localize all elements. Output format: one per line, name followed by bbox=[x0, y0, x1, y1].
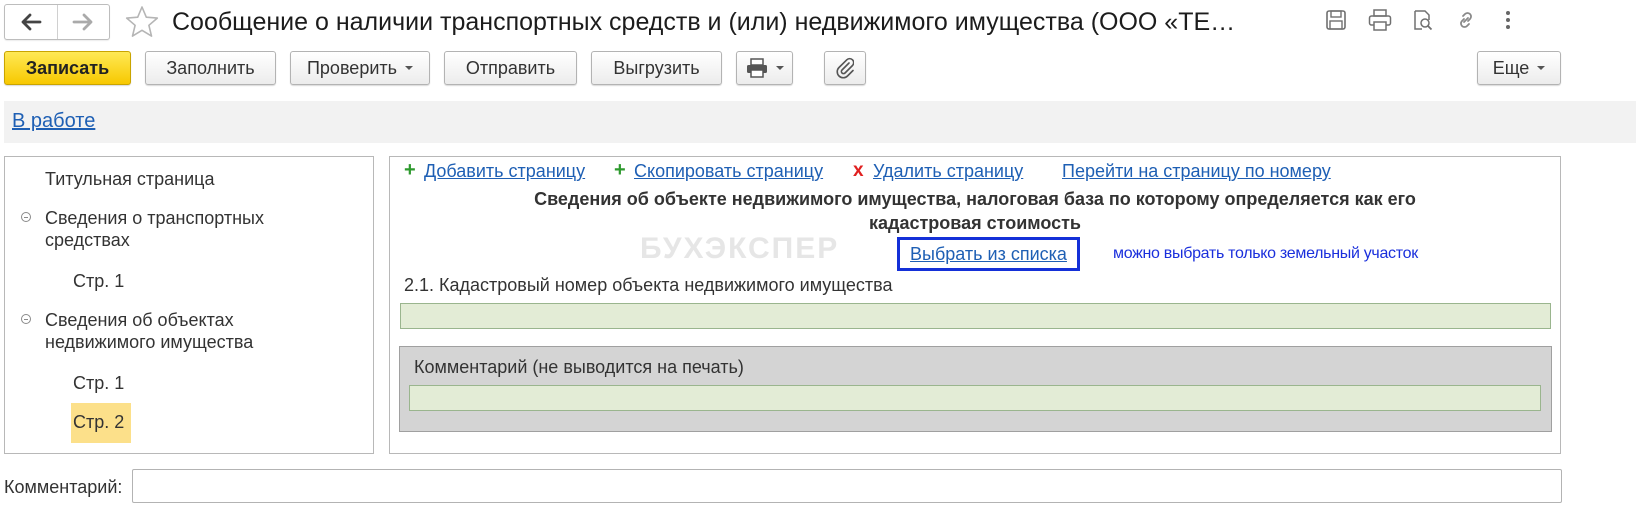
tree-item-vehicles-line1: Сведения о транспортных bbox=[45, 208, 264, 228]
comment-input[interactable] bbox=[132, 469, 1562, 503]
internal-comment-label: Комментарий (не выводится на печать) bbox=[414, 357, 744, 377]
status-bar bbox=[4, 101, 1636, 143]
chevron-down-icon bbox=[1537, 66, 1546, 70]
send-button[interactable]: Отправить bbox=[444, 51, 577, 85]
chevron-down-icon bbox=[775, 66, 784, 70]
internal-comment-field[interactable] bbox=[409, 385, 1541, 411]
fill-button[interactable]: Заполнить bbox=[145, 51, 276, 85]
export-button[interactable]: Выгрузить bbox=[591, 51, 722, 85]
print-icon bbox=[1368, 9, 1392, 31]
watermark: БУХЭКСПЕР bbox=[640, 232, 840, 265]
add-icon: + bbox=[404, 159, 416, 181]
goto-page-link[interactable]: Перейти на страницу по номеру bbox=[1062, 161, 1331, 182]
status-link[interactable]: В работе bbox=[12, 110, 95, 133]
copy-icon: + bbox=[614, 159, 626, 181]
forward-arrow-icon bbox=[72, 13, 93, 31]
attach-file-button[interactable] bbox=[824, 51, 866, 85]
printer-icon bbox=[746, 58, 767, 78]
paperclip-icon bbox=[836, 57, 854, 79]
tree-item-title-page[interactable]: Титульная страница bbox=[45, 168, 214, 190]
more-button-label: Еще bbox=[1492, 57, 1530, 78]
tree-item-vehicles-line2: средствах bbox=[45, 230, 130, 250]
collapse-icon[interactable] bbox=[21, 314, 31, 324]
favorite-button[interactable] bbox=[124, 4, 160, 40]
tree-item-real-estate-page-2[interactable]: Стр. 2 bbox=[73, 411, 124, 433]
check-button-label: Проверить bbox=[306, 57, 398, 78]
delete-page-link[interactable]: Удалить страницу bbox=[873, 161, 1023, 182]
delete-icon: x bbox=[853, 160, 864, 181]
preview-icon-button[interactable] bbox=[1408, 6, 1436, 34]
section-title-line1: Сведения об объекте недвижимого имуществ… bbox=[534, 189, 1416, 209]
print-dropdown-button[interactable] bbox=[736, 51, 793, 85]
section-title: Сведения об объекте недвижимого имуществ… bbox=[490, 187, 1460, 235]
more-vertical-icon bbox=[1506, 11, 1510, 29]
tree-item-real-estate[interactable]: Сведения об объектах недвижимого имущест… bbox=[45, 309, 253, 353]
forward-button[interactable] bbox=[56, 5, 110, 39]
preview-icon bbox=[1414, 10, 1433, 31]
copy-link-button[interactable] bbox=[1452, 6, 1480, 34]
annotation-hint: можно выбрать только земельный участок bbox=[1113, 245, 1418, 262]
tree-item-real-estate-line1: Сведения об объектах bbox=[45, 310, 234, 330]
comment-label: Комментарий: bbox=[4, 477, 123, 497]
tree-item-real-estate-page-1[interactable]: Стр. 1 bbox=[73, 372, 124, 394]
save-disk-icon bbox=[1326, 10, 1346, 30]
back-button[interactable] bbox=[5, 5, 57, 39]
favorite-star-icon bbox=[125, 6, 159, 37]
add-page-link[interactable]: Добавить страницу bbox=[424, 161, 585, 182]
tree-item-real-estate-line2: недвижимого имущества bbox=[45, 332, 254, 352]
pick-from-list-link[interactable]: Выбрать из списка bbox=[910, 244, 1067, 265]
link-icon bbox=[1460, 12, 1472, 28]
section-title-line2: кадастровая стоимость bbox=[869, 213, 1081, 233]
document-title: Сообщение о наличии транспортных средств… bbox=[172, 8, 1236, 36]
tree-item-vehicles[interactable]: Сведения о транспортных средствах bbox=[45, 207, 264, 251]
pick-from-list-highlight: Выбрать из списка bbox=[897, 237, 1080, 271]
more-actions-menu-button[interactable] bbox=[1494, 6, 1522, 34]
history-navigation bbox=[4, 4, 110, 40]
save-icon-button[interactable] bbox=[1322, 6, 1350, 34]
chevron-down-icon bbox=[405, 66, 414, 70]
collapse-icon[interactable] bbox=[21, 212, 31, 222]
more-button[interactable]: Еще bbox=[1477, 51, 1561, 85]
pages-tree: Титульная страница Сведения о транспортн… bbox=[4, 156, 374, 454]
check-button[interactable]: Проверить bbox=[290, 51, 430, 85]
print-icon-button[interactable] bbox=[1366, 6, 1394, 34]
cadastral-number-field[interactable] bbox=[400, 303, 1551, 329]
copy-page-link[interactable]: Скопировать страницу bbox=[634, 161, 823, 182]
cadastral-number-label: 2.1. Кадастровый номер объекта недвижимо… bbox=[404, 275, 893, 295]
save-button[interactable]: Записать bbox=[4, 51, 131, 85]
tree-item-vehicles-page-1[interactable]: Стр. 1 bbox=[73, 270, 124, 292]
back-arrow-icon bbox=[21, 13, 42, 31]
